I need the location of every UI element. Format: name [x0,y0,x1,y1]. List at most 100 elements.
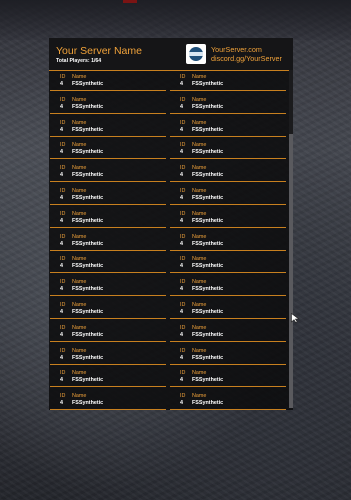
column-header-id: ID [60,370,66,377]
column-header-name: Name [72,370,87,377]
player-id: 4 [60,217,63,224]
player-id: 4 [180,217,183,224]
player-name: FSSynthetic [72,195,104,201]
player-id: 4 [180,195,183,201]
column-header-id: ID [60,142,66,149]
player-row: ID Name 4 FSSynthetic [50,185,166,205]
player-name: FSSynthetic [192,81,224,87]
background-sky [0,0,351,40]
player-row: ID Name 4 FSSynthetic [170,299,286,319]
server-website: YourServer.com [211,45,262,54]
column-header-name: Name [192,210,207,217]
scrollbar[interactable] [289,70,293,408]
scoreboard-header: Your Server Name Total Players: 1/64 You… [49,38,293,71]
player-name: FSSynthetic [72,331,104,338]
player-id: 4 [180,354,183,361]
column-header-name: Name [192,96,207,103]
column-header-name: Name [72,347,87,354]
player-id: 4 [60,354,63,361]
player-list[interactable]: ID Name 4 FSSynthetic ID Name 4 FSSynthetic ID Na… [49,71,293,410]
column-header-name: Name [192,347,207,354]
column-header-name: Name [72,393,87,400]
column-header-id: ID [60,302,66,308]
player-id: 4 [180,240,183,247]
column-header-id: ID [60,256,66,263]
player-row: ID Name 4 FSSynthetic [50,390,166,410]
player-row: ID Name 4 FSSynthetic [50,117,166,137]
player-name: FSSynthetic [72,172,104,179]
column-header-name: Name [72,324,87,331]
player-row: ID Name 4 FSSynthetic [170,345,286,365]
player-id: 4 [60,149,63,156]
column-header-name: Name [192,142,207,149]
column-header-id: ID [60,279,66,286]
player-row: ID Name 4 FSSynthetic [170,117,286,137]
player-row: ID Name 4 FSSynthetic [50,299,166,319]
column-header-id: ID [180,233,186,240]
player-row: ID Name 4 FSSynthetic [170,276,286,297]
column-header-name: Name [192,119,207,126]
player-row: ID Name 4 FSSynthetic [50,322,166,342]
total-players: Total Players: 1/64 [56,58,102,64]
player-id: 4 [180,172,183,179]
player-row: ID Name 4 FSSynthetic [50,94,166,114]
column-header-id: ID [60,74,66,80]
player-id: 4 [60,263,63,270]
player-name: FSSynthetic [192,195,224,201]
player-name: FSSynthetic [192,217,224,224]
player-row: ID Name 4 FSSynthetic [50,139,166,160]
column-header-name: Name [72,96,87,103]
column-header-id: ID [180,165,186,172]
player-name: FSSynthetic [192,400,224,407]
player-name: FSSynthetic [192,126,224,133]
player-row: ID Name 4 FSSynthetic [170,71,286,91]
player-row: ID Name 4 FSSynthetic [170,322,286,342]
mouse-cursor-icon [291,313,300,323]
player-id: 4 [60,377,63,384]
column-header-name: Name [192,233,207,240]
column-header-id: ID [180,210,186,217]
column-header-id: ID [60,210,66,217]
player-name: FSSynthetic [192,240,224,247]
player-row: ID Name 4 FSSynthetic [50,276,166,297]
column-header-id: ID [180,393,186,400]
player-row: ID Name 4 FSSynthetic [170,208,286,228]
player-name: FSSynthetic [192,149,224,156]
player-id: 4 [180,81,183,87]
player-name: FSSynthetic [72,126,104,133]
column-header-id: ID [180,347,186,354]
player-name: FSSynthetic [192,309,224,315]
player-name: FSSynthetic [72,149,104,156]
column-header-id: ID [180,142,186,149]
background-marker [123,0,137,3]
column-header-name: Name [192,188,207,194]
column-header-id: ID [60,96,66,103]
column-header-name: Name [72,256,87,263]
player-name: FSSynthetic [192,263,224,270]
player-row: ID Name 4 FSSynthetic [170,162,286,183]
scoreboard-panel: Your Server Name Total Players: 1/64 You… [49,38,293,410]
player-id: 4 [60,400,63,407]
player-name: FSSynthetic [72,309,104,315]
player-id: 4 [60,309,63,315]
column-header-name: Name [72,74,87,80]
column-header-name: Name [192,256,207,263]
player-id: 4 [180,309,183,315]
column-header-id: ID [60,324,66,331]
player-name: FSSynthetic [72,103,104,110]
player-name: FSSynthetic [72,81,104,87]
column-header-id: ID [60,233,66,240]
server-name: Your Server Name [56,45,142,57]
player-name: FSSynthetic [192,354,224,361]
column-header-name: Name [192,165,207,172]
column-header-name: Name [192,279,207,286]
player-row: ID Name 4 FSSynthetic [50,345,166,365]
scrollbar-thumb[interactable] [289,134,293,408]
player-row: ID Name 4 FSSynthetic [170,390,286,410]
column-header-id: ID [180,370,186,377]
column-header-id: ID [180,74,186,80]
player-name: FSSynthetic [192,172,224,179]
player-row: ID Name 4 FSSynthetic [50,253,166,274]
player-id: 4 [60,286,63,293]
player-row: ID Name 4 FSSynthetic [170,185,286,205]
